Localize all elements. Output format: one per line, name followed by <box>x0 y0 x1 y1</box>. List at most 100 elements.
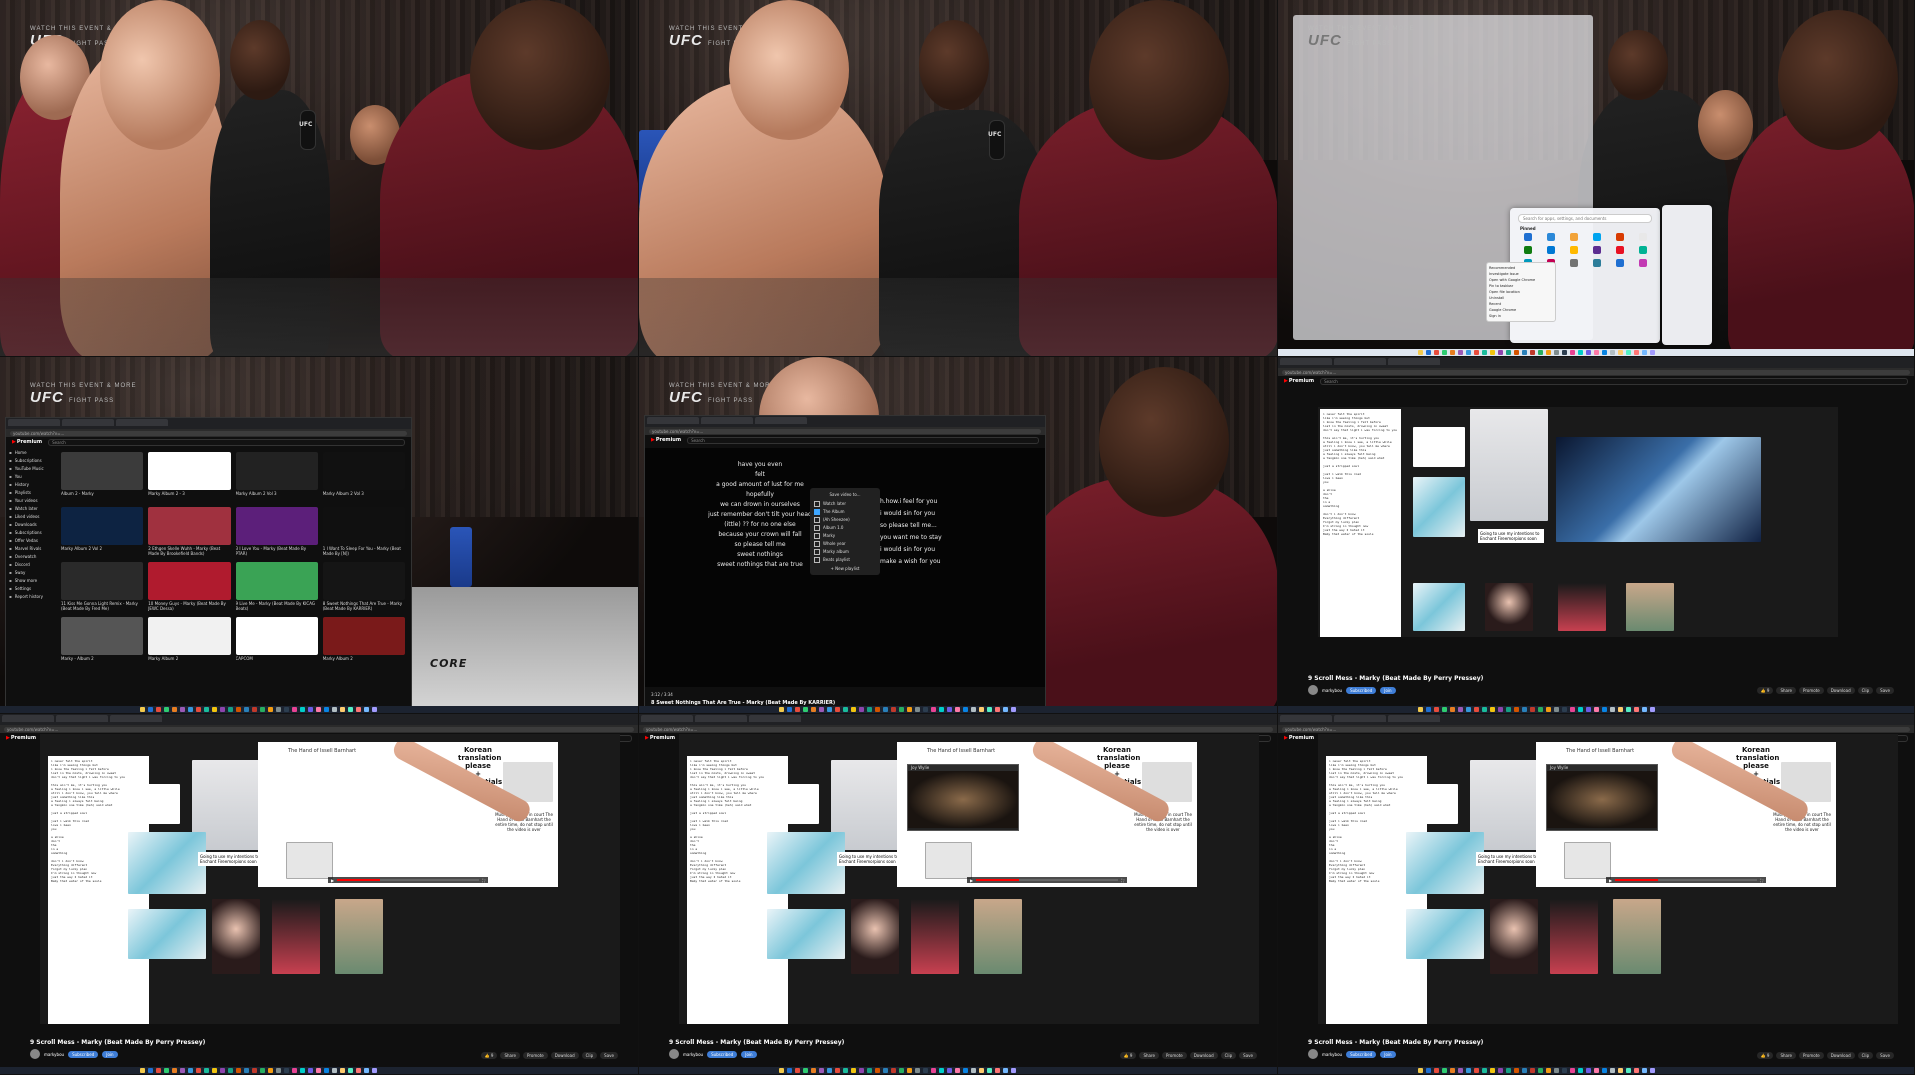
fullscreen-icon[interactable]: ⛶ <box>482 878 485 883</box>
taskbar-app-icon[interactable] <box>1506 1068 1511 1073</box>
video-card[interactable]: 1 I Want To Sleep For You - Marky (Beat … <box>322 507 405 556</box>
taskbar-app-icon[interactable] <box>156 1068 161 1073</box>
taskbar-app-icon[interactable] <box>1586 350 1591 355</box>
player-controls[interactable]: ▶ ⛶ <box>1606 877 1766 883</box>
action-button[interactable]: Clip <box>1857 1052 1874 1059</box>
taskbar-app-icon[interactable] <box>995 707 1000 712</box>
taskbar-app-icon[interactable] <box>252 1068 257 1073</box>
youtube-channel-window[interactable]: youtube.com/watch?v=... Premium Search Ho… <box>5 417 412 709</box>
taskbar-app-icon[interactable] <box>1586 707 1591 712</box>
progress-bar[interactable] <box>976 879 1119 881</box>
taskbar-app-icon[interactable] <box>188 707 193 712</box>
taskbar-app-icon[interactable] <box>1554 1068 1559 1073</box>
action-button[interactable]: Promote <box>1799 687 1824 694</box>
app-icon[interactable] <box>1523 233 1532 241</box>
taskbar-app-icon[interactable] <box>1522 1068 1527 1073</box>
taskbar-app-icon[interactable] <box>1011 1068 1016 1073</box>
browser-tab[interactable] <box>647 417 699 424</box>
subscribe-button[interactable]: Subscribed <box>1346 1050 1377 1058</box>
action-button[interactable]: Download <box>1826 687 1855 694</box>
action-button[interactable]: Share <box>1139 1052 1159 1059</box>
taskbar-app-icon[interactable] <box>1442 1068 1447 1073</box>
action-button[interactable]: Download <box>1826 1052 1855 1059</box>
taskbar-app-icon[interactable] <box>1522 707 1527 712</box>
video-card[interactable]: Marky Album 2 - 3 <box>148 452 231 501</box>
taskbar-app-icon[interactable] <box>1530 707 1535 712</box>
playlist-checkbox[interactable] <box>814 517 820 523</box>
taskbar-app-icon[interactable] <box>1594 1068 1599 1073</box>
taskbar-app-icon[interactable] <box>891 1068 896 1073</box>
taskbar-app-icon[interactable] <box>276 707 281 712</box>
taskbar-app-icon[interactable] <box>276 1068 281 1073</box>
taskbar-app-icon[interactable] <box>827 1068 832 1073</box>
taskbar-app-icon[interactable] <box>164 707 169 712</box>
channel-name[interactable]: markybou <box>1322 1052 1342 1057</box>
channel-avatar[interactable] <box>1308 1049 1318 1059</box>
video-thumbnail[interactable] <box>148 452 231 490</box>
action-button[interactable]: Clip <box>1220 1052 1237 1059</box>
taskbar-app-icon[interactable] <box>1602 1068 1607 1073</box>
action-button[interactable]: Save <box>1876 1052 1894 1059</box>
browser-tab[interactable] <box>1280 715 1332 722</box>
app-icon[interactable] <box>1592 233 1601 241</box>
video-card-title[interactable]: 9 Live Me - Marky (Beat Made By KICAG Be… <box>236 601 318 611</box>
taskbar-app-icon[interactable] <box>1426 350 1431 355</box>
taskbar-app-icon[interactable] <box>987 707 992 712</box>
youtube-logo[interactable]: Premium <box>1284 735 1314 741</box>
taskbar-app-icon[interactable] <box>348 707 353 712</box>
taskbar-app-icon[interactable] <box>1570 350 1575 355</box>
taskbar-app-icon[interactable] <box>1618 707 1623 712</box>
taskbar-app-icon[interactable] <box>1426 707 1431 712</box>
sidebar-item[interactable]: Playlists <box>9 489 57 497</box>
taskbar-app-icon[interactable] <box>851 707 856 712</box>
taskbar-app-icon[interactable] <box>1562 1068 1567 1073</box>
channel-avatar[interactable] <box>1308 685 1318 695</box>
taskbar-app-icon[interactable] <box>819 707 824 712</box>
start-search-input[interactable]: Search for apps, settings, and documents <box>1518 214 1652 223</box>
taskbar-app-icon[interactable] <box>1554 707 1559 712</box>
youtube-logo[interactable]: Premium <box>651 437 681 443</box>
address-bar[interactable]: youtube.com/watch?v=... <box>645 427 1045 435</box>
video-card-title[interactable]: Marky Album 2 Vol 3 <box>323 491 405 501</box>
new-playlist-button[interactable]: + New playlist <box>814 566 876 571</box>
taskbar-app-icon[interactable] <box>1506 707 1511 712</box>
taskbar-app-icon[interactable] <box>356 707 361 712</box>
taskbar-app-icon[interactable] <box>268 1068 273 1073</box>
taskbar-app-icon[interactable] <box>364 707 369 712</box>
taskbar-app-icon[interactable] <box>939 707 944 712</box>
fullscreen-icon[interactable]: ⛶ <box>1760 878 1763 883</box>
video-card-title[interactable]: 1 I Want To Sleep For You - Marky (Beat … <box>323 546 405 556</box>
browser-tab[interactable] <box>116 419 168 426</box>
taskbar-app-icon[interactable] <box>1498 1068 1503 1073</box>
browser-tab[interactable] <box>8 419 60 426</box>
taskbar-app-icon[interactable] <box>963 707 968 712</box>
action-button[interactable]: 👍 9 <box>480 1052 498 1059</box>
video-card-title[interactable]: CAPCOM <box>236 656 318 666</box>
progress-bar[interactable] <box>1615 879 1758 881</box>
taskbar-app-icon[interactable] <box>1594 350 1599 355</box>
playlist-option[interactable]: The Album <box>814 508 876 516</box>
video-card-title[interactable]: Marky Album 2 Vol 2 <box>61 546 143 556</box>
browser-tab[interactable] <box>1334 715 1386 722</box>
taskbar-app-icon[interactable] <box>1634 707 1639 712</box>
taskbar-app-icon[interactable] <box>364 1068 369 1073</box>
sidebar-item[interactable]: Watch later <box>9 505 57 513</box>
taskbar-app-icon[interactable] <box>1490 1068 1495 1073</box>
action-button[interactable]: Download <box>550 1052 579 1059</box>
taskbar-app-icon[interactable] <box>891 707 896 712</box>
address-bar[interactable]: youtube.com/watch?v=... <box>6 429 411 437</box>
video-thumbnail[interactable] <box>61 562 144 600</box>
youtube-logo[interactable]: Premium <box>6 735 36 741</box>
progress-bar[interactable] <box>337 879 480 881</box>
taskbar-app-icon[interactable] <box>851 1068 856 1073</box>
taskbar-app-icon[interactable] <box>1482 707 1487 712</box>
action-button[interactable]: Download <box>1189 1052 1218 1059</box>
video-card-title[interactable]: Marky Album 2 <box>148 656 230 666</box>
taskbar-app-icon[interactable] <box>1003 707 1008 712</box>
url-field[interactable]: youtube.com/watch?v=... <box>649 428 1041 434</box>
picture-in-picture-window[interactable]: Joy Wylie <box>1546 764 1658 831</box>
taskbar-app-icon[interactable] <box>140 707 145 712</box>
address-bar[interactable]: youtube.com/watch?v=... <box>1278 368 1914 376</box>
taskbar-app-icon[interactable] <box>811 1068 816 1073</box>
taskbar-app-icon[interactable] <box>188 1068 193 1073</box>
